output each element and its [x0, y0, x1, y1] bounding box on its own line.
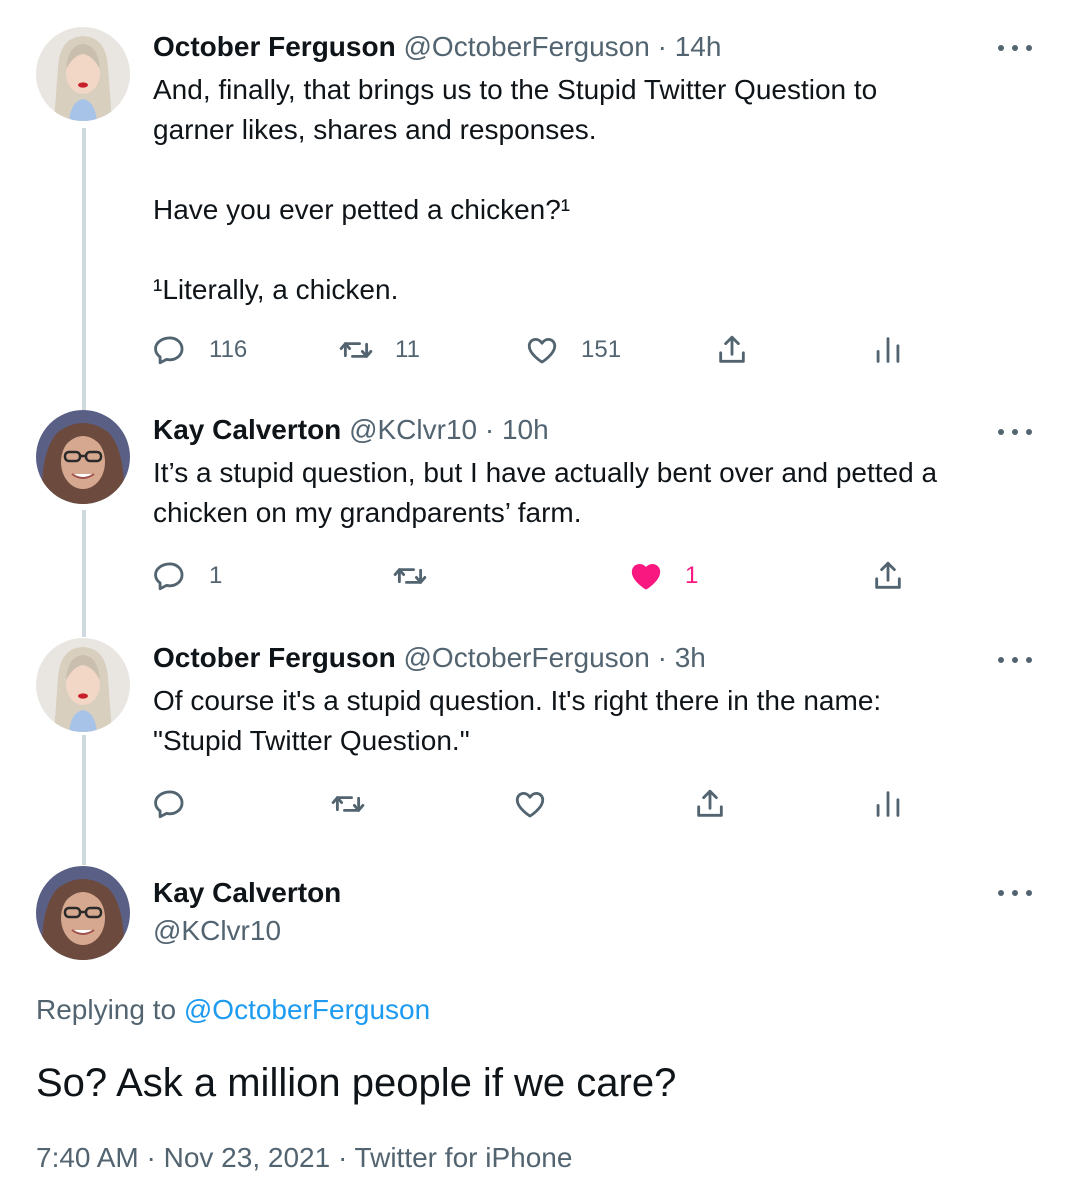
tweet-header: October Ferguson @OctoberFerguson · 14h	[153, 30, 721, 64]
tweet-meta[interactable]: 7:40 AM · Nov 23, 2021 · Twitter for iPh…	[36, 1140, 572, 1176]
share-button[interactable]	[715, 330, 749, 370]
tweet-text: And, finally, that brings us to the Stup…	[153, 74, 878, 305]
retweet-button[interactable]	[393, 556, 449, 596]
separator-dot: ·	[484, 414, 495, 445]
tweet-text: It’s a stupid question, but I have actua…	[153, 457, 938, 528]
retweet-icon	[331, 796, 365, 812]
replying-to: Replying to @OctoberFerguson	[36, 992, 430, 1028]
like-count: 151	[581, 336, 622, 363]
separator-dot: ·	[657, 642, 667, 673]
avatar[interactable]	[36, 638, 130, 732]
author-name[interactable]: Kay Calverton	[153, 414, 341, 445]
tweet-text: Of course it's a stupid question. It's r…	[153, 685, 882, 756]
timestamp[interactable]: 3h	[675, 642, 706, 673]
like-icon	[631, 563, 661, 590]
author-handle[interactable]: @KClvr10	[349, 414, 477, 445]
tweet-actions: 1 1	[153, 556, 933, 596]
reply-count: 116	[209, 336, 248, 363]
reply-icon	[154, 790, 184, 819]
share-button[interactable]	[693, 784, 727, 824]
retweet-icon	[393, 568, 427, 584]
like-button[interactable]	[513, 784, 547, 824]
avatar[interactable]	[36, 866, 130, 960]
replying-to-label: Replying to	[36, 994, 177, 1025]
like-count: 1	[685, 562, 699, 589]
retweet-count: 11	[395, 336, 420, 363]
tweet-text: So? Ask a million people if we care?	[36, 1061, 677, 1105]
more-icon[interactable]	[998, 427, 1032, 437]
like-icon	[527, 337, 557, 364]
like-button[interactable]: 151	[525, 330, 621, 370]
analytics-icon	[876, 791, 900, 817]
reply-icon	[154, 562, 184, 591]
tweet-header: October Ferguson @OctoberFerguson · 3h	[153, 641, 706, 675]
more-icon[interactable]	[998, 43, 1032, 53]
timestamp[interactable]: 14h	[675, 31, 722, 62]
tweet-actions: 116 11 151	[153, 330, 933, 370]
share-icon	[719, 335, 745, 363]
reply-button[interactable]: 116	[153, 330, 247, 370]
reply-button[interactable]	[153, 784, 187, 824]
avatar[interactable]	[36, 27, 130, 121]
author-handle[interactable]: @OctoberFerguson	[403, 31, 649, 62]
analytics-icon	[876, 337, 900, 363]
thread-line	[82, 128, 86, 411]
reply-button[interactable]: 1	[153, 556, 222, 596]
separator-dot: ·	[657, 31, 667, 62]
timestamp[interactable]: 10h	[502, 414, 549, 445]
thread-line	[82, 735, 86, 865]
avatar[interactable]	[36, 410, 130, 504]
author-name[interactable]: October Ferguson	[153, 642, 396, 673]
analytics-button[interactable]	[871, 330, 905, 370]
more-icon[interactable]	[998, 888, 1032, 898]
like-button[interactable]: 1	[629, 556, 698, 596]
share-icon	[875, 561, 901, 589]
author-name[interactable]: Kay Calverton	[153, 876, 341, 910]
replying-to-link[interactable]: @OctoberFerguson	[184, 994, 430, 1025]
retweet-button[interactable]	[331, 784, 365, 824]
tweet-actions	[153, 784, 933, 824]
more-icon[interactable]	[998, 655, 1032, 665]
author-handle[interactable]: @OctoberFerguson	[403, 642, 649, 673]
author-name[interactable]: October Ferguson	[153, 31, 396, 62]
retweet-icon	[339, 342, 373, 358]
tweet-header: Kay Calverton @KClvr10 · 10h	[153, 413, 549, 447]
like-icon	[515, 791, 545, 818]
share-icon	[697, 789, 723, 817]
analytics-button[interactable]	[871, 784, 905, 824]
thread-line	[82, 510, 86, 637]
author-handle[interactable]: @KClvr10	[153, 914, 281, 948]
share-button[interactable]	[871, 556, 905, 596]
reply-count: 1	[209, 562, 223, 589]
reply-icon	[154, 336, 184, 365]
retweet-button[interactable]: 11	[339, 330, 420, 370]
